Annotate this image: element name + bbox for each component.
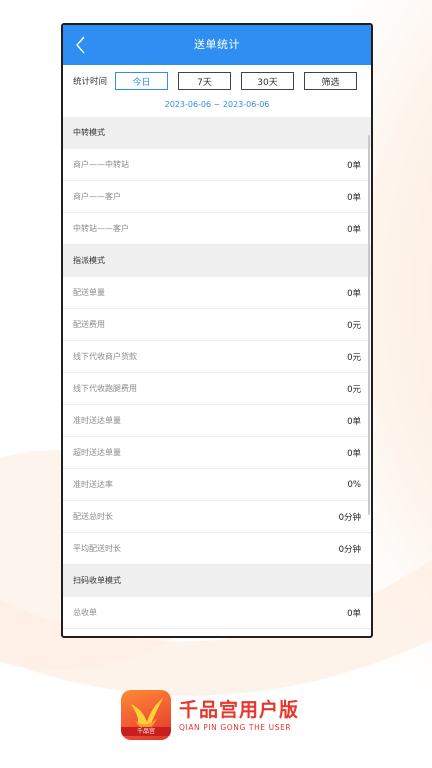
filter-7days-button[interactable]: 7天: [178, 72, 231, 90]
stat-row: 线下代收跑腿费用 0元: [63, 373, 371, 405]
stat-value: 0分钟: [338, 512, 361, 523]
stat-label: 总收单: [73, 608, 97, 617]
stat-label: 准时送达单量: [73, 416, 121, 425]
stat-value: 0单: [347, 288, 361, 299]
stat-row: 配送费用 0元: [63, 309, 371, 341]
filter-30days-button[interactable]: 30天: [241, 72, 294, 90]
stat-row: 准时送达单量 0单: [63, 405, 371, 437]
stat-label: 准时送达率: [73, 480, 113, 489]
stat-value: 0元: [347, 320, 361, 331]
stat-label: 超时送达单量: [73, 448, 121, 457]
date-range: 2023-06-06 ~ 2023-06-06: [164, 100, 270, 109]
scrollbar[interactable]: [368, 135, 370, 515]
stat-value: 0单: [347, 608, 361, 619]
stat-label: 配送总时长: [73, 512, 113, 521]
app-logo: 千品宫: [121, 690, 171, 740]
stat-row: 商户——客户 0单: [63, 181, 371, 213]
stat-label: 线下代收商户货款: [73, 352, 137, 361]
time-filter-row: 统计时间 今日 7天 30天 筛选: [63, 65, 371, 95]
stat-row: 商户——中转站 0单: [63, 149, 371, 181]
stat-label: 平均配送时长: [73, 544, 121, 553]
stat-value: 0单: [347, 192, 361, 203]
filter-today-button[interactable]: 今日: [115, 72, 168, 90]
filter-label: 统计时间: [73, 77, 108, 87]
stat-label: 商户——中转站: [73, 160, 129, 169]
section-header-scan: 扫码收单模式: [63, 565, 371, 597]
phone-frame: 送单统计 统计时间 今日 7天 30天 筛选 2023-06-06 ~ 2023…: [61, 23, 373, 638]
stat-value: 0%: [347, 479, 362, 490]
title-bar: 送单统计: [63, 25, 371, 65]
stat-value: 0单: [347, 224, 361, 235]
stat-value: 0单: [347, 416, 361, 427]
stat-row: 配送总时长 0分钟: [63, 501, 371, 533]
brand-name: 千品宫用户版: [179, 698, 300, 721]
filter-custom-button[interactable]: 筛选: [304, 72, 357, 90]
stat-row: 总收单 0单: [63, 597, 371, 629]
page-title: 送单统计: [194, 38, 240, 51]
stat-value: 0单: [347, 448, 361, 459]
section-header-assign: 指派模式: [63, 245, 371, 277]
logo-caption: 千品宫: [121, 727, 171, 736]
brand-text: 千品宫用户版 QIAN PIN GONG THE USER: [179, 699, 299, 732]
stat-row: 准时送达率 0%: [63, 469, 371, 501]
stat-label: 商户——客户: [73, 192, 121, 201]
stat-row: 配送单量 0单: [63, 277, 371, 309]
stat-row: 线下代收商户货款 0元: [63, 341, 371, 373]
stat-value: 0元: [347, 384, 361, 395]
stat-value: 0分钟: [338, 544, 361, 555]
stat-row: 平均配送时长 0分钟: [63, 533, 371, 565]
section-header-transfer: 中转模式: [63, 117, 371, 149]
stat-row: 超时送达单量 0单: [63, 437, 371, 469]
stat-label: 配送单量: [73, 288, 105, 297]
stat-label: 中转站——客户: [73, 224, 129, 233]
stat-value: 0元: [347, 352, 361, 363]
stat-label: 配送费用: [73, 320, 105, 329]
stat-row: 中转站——客户 0单: [63, 213, 371, 245]
stat-value: 0单: [347, 160, 361, 171]
brand-subtitle: QIAN PIN GONG THE USER: [179, 722, 292, 732]
app-branding: 千品宫 千品宫用户版 QIAN PIN GONG THE USER: [121, 690, 299, 740]
stat-label: 线下代收跑腿费用: [73, 384, 137, 393]
